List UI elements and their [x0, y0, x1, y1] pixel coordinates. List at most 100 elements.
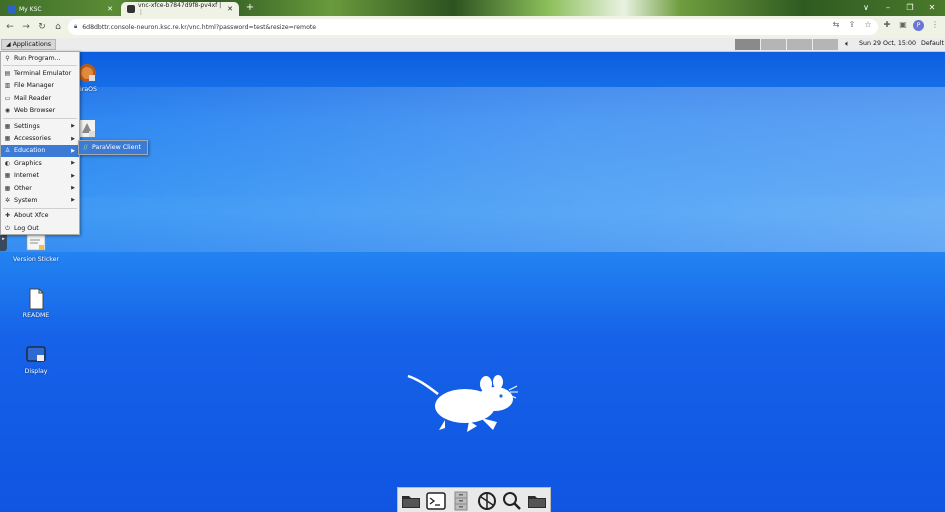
menu-item-label: Education [14, 147, 46, 155]
internet-icon: ▦ [4, 172, 11, 180]
workspace-3[interactable] [787, 39, 812, 50]
desktop[interactable]: GraOS Version Sticker README Display [0, 52, 945, 512]
vnc-favicon-icon [127, 5, 135, 13]
applications-menu: ⚲ Run Program... ▤ Terminal Emulator ▥ File… [0, 51, 80, 236]
dock-search[interactable] [501, 490, 523, 512]
workspace-switcher[interactable] [735, 39, 838, 50]
education-submenu: // ParaView Client [78, 140, 148, 155]
restore-button[interactable]: ❐ [902, 1, 918, 15]
minimize-button[interactable]: – [880, 1, 896, 15]
file-manager-icon: ▥ [4, 82, 11, 90]
menu-separator [3, 65, 77, 67]
about-icon: ✚ [4, 212, 11, 220]
menu-item-graphics[interactable]: ◐ Graphics ▶ [1, 157, 79, 169]
ksc-favicon-icon [8, 5, 16, 13]
menu-item-label: Run Program... [14, 54, 61, 62]
dock-file-manager[interactable] [400, 490, 422, 512]
kebab-menu-icon[interactable]: ⋮ [930, 20, 940, 32]
home-icon[interactable]: ⌂ [52, 21, 64, 33]
menu-item-education[interactable]: ♙ Education ▶ [1, 144, 79, 158]
tab-vnc[interactable]: vnc-xfce-b7847d9f8-pv4xf | ⋮ ✕ [121, 2, 239, 16]
submenu-arrow-icon: ▶ [71, 135, 75, 142]
workspace-4[interactable] [813, 39, 838, 50]
back-arrow-icon[interactable]: ← [4, 21, 16, 33]
menu-item-terminal-emulator[interactable]: ▤ Terminal Emulator [1, 67, 79, 79]
volume-icon[interactable]: 🔈︎ [845, 39, 850, 49]
desktop-icon-display[interactable]: Display [11, 344, 61, 375]
menu-item-about-xfce[interactable]: ✚ About Xfce [1, 210, 79, 222]
bookmark-star-icon[interactable]: ☆ [863, 20, 873, 32]
run-icon: ⚲ [5, 54, 10, 62]
menu-item-web-browser[interactable]: ◉ Web Browser [1, 105, 79, 117]
menu-item-file-manager[interactable]: ▥ File Manager [1, 80, 79, 92]
terminal-icon: ▤ [4, 70, 11, 78]
xfce-panel: ◢ Applications 🔈︎ Sun 29 Oct, 15:00 Defa… [0, 38, 945, 52]
display-icon [26, 346, 46, 362]
dock-terminal[interactable] [425, 490, 447, 512]
desktop-icon-readme[interactable]: README [11, 288, 61, 319]
submenu-arrow-icon: ▶ [71, 197, 75, 204]
desktop-icon-version-sticker[interactable]: Version Sticker [11, 232, 61, 263]
side-panel-icon[interactable]: ▣ [898, 20, 908, 32]
workspace-1[interactable] [735, 39, 760, 50]
share-icon[interactable]: ⇪ [847, 20, 857, 32]
menu-item-label: Internet [14, 172, 40, 180]
panel-clock[interactable]: Sun 29 Oct, 15:00 [859, 40, 916, 47]
mail-icon: ▭ [4, 94, 11, 102]
menu-item-mail-reader[interactable]: ▭ Mail Reader [1, 92, 79, 104]
icon-label: GraOS [77, 86, 97, 93]
dock-web-browser[interactable] [476, 490, 498, 512]
extensions-icon[interactable]: ✚ [882, 20, 892, 32]
menu-item-accessories[interactable]: ▦ Accessories ▶ [1, 132, 79, 144]
browser-toolbar: ← → ↻ ⌂ 🔒︎ 6d8dbttr.console-neuron.ksc.r… [0, 16, 945, 38]
xfce-mouse-logo-icon [407, 374, 518, 432]
terminal-icon [426, 491, 446, 510]
menu-item-log-out[interactable]: ⏻ Log Out [1, 222, 79, 234]
menu-item-paraview-client[interactable]: // ParaView Client [79, 141, 147, 154]
applications-menu-button[interactable]: ◢ Applications [1, 39, 57, 50]
dock-folder[interactable] [526, 490, 548, 512]
applications-label: Applications [12, 41, 52, 48]
logout-icon: ⏻ [5, 224, 10, 232]
system-icon: ✲ [4, 196, 11, 204]
reload-icon[interactable]: ↻ [36, 21, 48, 33]
new-tab-button[interactable]: + [244, 2, 256, 14]
workspace-2[interactable] [761, 39, 786, 50]
menu-item-label: Log Out [14, 224, 39, 232]
user-menu[interactable]: Default [921, 40, 944, 47]
menu-item-label: About Xfce [14, 212, 49, 220]
tab-title: vnc-xfce-b7847d9f8-pv4xf | ⋮ [138, 2, 222, 16]
close-tab-icon[interactable]: ✕ [107, 5, 113, 13]
text-file-icon [29, 288, 44, 310]
accessories-icon: ▦ [4, 135, 11, 143]
folder-icon [401, 495, 420, 508]
web-browser-icon [477, 491, 496, 510]
menu-item-label: Accessories [14, 135, 51, 143]
paraview-icon: // [83, 144, 88, 151]
tab-my-ksc[interactable]: My KSC ✕ [2, 2, 119, 16]
xfce-mouse-icon: ◢ [6, 41, 11, 48]
icon-label: Display [24, 368, 48, 375]
submenu-arrow-icon: ▶ [71, 123, 75, 130]
dock-file-cabinet[interactable] [450, 490, 472, 512]
menu-item-system[interactable]: ✲ System ▶ [1, 194, 79, 206]
lock-icon[interactable]: 🔒︎ [74, 23, 77, 31]
profile-avatar[interactable]: P [913, 20, 924, 31]
menu-item-run-program[interactable]: ⚲ Run Program... [1, 52, 79, 64]
close-window-button[interactable]: ✕ [924, 1, 940, 15]
close-tab-icon[interactable]: ✕ [227, 5, 233, 13]
tab-search-chevron-icon[interactable]: ∨ [858, 1, 874, 15]
menu-item-label: Mail Reader [14, 94, 52, 102]
submenu-arrow-icon: ▶ [71, 160, 75, 167]
translate-icon[interactable]: ⇆ [831, 20, 841, 32]
menu-item-internet[interactable]: ▦ Internet ▶ [1, 170, 79, 182]
forward-arrow-icon[interactable]: → [20, 21, 32, 33]
address-bar[interactable]: 🔒︎ 6d8dbttr.console-neuron.ksc.re.kr/vnc… [68, 19, 878, 35]
graphics-icon: ◐ [4, 159, 11, 167]
wallpaper-band [0, 197, 945, 252]
menu-separator [3, 207, 77, 209]
menu-item-label: Settings [14, 122, 40, 130]
menu-item-label: Graphics [14, 159, 42, 167]
menu-item-other[interactable]: ▦ Other ▶ [1, 182, 79, 194]
menu-item-settings[interactable]: ▦ Settings ▶ [1, 120, 79, 132]
